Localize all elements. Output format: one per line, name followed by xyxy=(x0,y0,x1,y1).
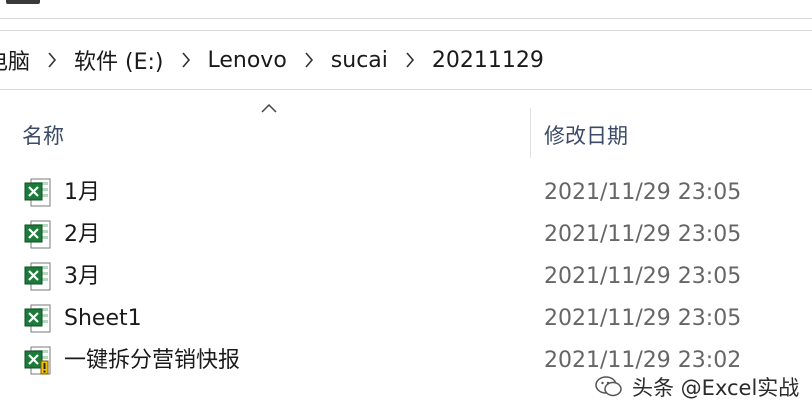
column-divider[interactable] xyxy=(530,108,531,158)
file-row[interactable]: 2月 2021/11/29 23:05 xyxy=(0,214,812,256)
excel-file-icon xyxy=(24,220,51,249)
wechat-icon xyxy=(595,376,622,397)
watermark: 头条 @Excel实战 xyxy=(594,367,799,407)
excel-macro-file-icon xyxy=(24,346,51,375)
file-name[interactable]: 1月 xyxy=(64,172,100,214)
file-date-modified: 2021/11/29 23:05 xyxy=(544,306,742,331)
breadcrumb-item-lenovo[interactable]: Lenovo xyxy=(208,31,287,89)
file-date-modified: 2021/11/29 23:05 xyxy=(544,264,742,289)
breadcrumb-chevron-icon[interactable] xyxy=(388,31,432,89)
file-name[interactable]: 一键拆分营销快报 xyxy=(64,340,240,382)
file-explorer-window: 电脑 软件 (E:) Lenovo sucai 20211129 名称 修改日期 xyxy=(0,0,812,414)
breadcrumb-chevron-icon[interactable] xyxy=(287,31,331,89)
file-row[interactable]: Sheet1 2021/11/29 23:05 xyxy=(0,298,812,340)
excel-file-icon xyxy=(24,178,51,207)
breadcrumb-item-drive-e[interactable]: 软件 (E:) xyxy=(74,31,163,89)
file-name[interactable]: 3月 xyxy=(64,256,100,298)
address-bar[interactable]: 电脑 软件 (E:) Lenovo sucai 20211129 xyxy=(0,30,812,90)
column-header-date-modified[interactable]: 修改日期 xyxy=(544,117,804,153)
file-name[interactable]: Sheet1 xyxy=(64,298,142,340)
toolbar-control-fragment xyxy=(6,0,40,4)
sort-ascending-icon xyxy=(261,103,277,113)
breadcrumb-item-20211129[interactable]: 20211129 xyxy=(432,31,544,89)
file-row[interactable]: 3月 2021/11/29 23:05 xyxy=(0,256,812,298)
toolbar-remnant xyxy=(0,0,812,19)
file-date-modified: 2021/11/29 23:05 xyxy=(544,180,742,205)
breadcrumb-item-computer[interactable]: 电脑 xyxy=(0,31,30,89)
breadcrumb-item-sucai[interactable]: sucai xyxy=(331,31,388,89)
column-header-name[interactable]: 名称 xyxy=(22,117,522,153)
breadcrumb-chevron-icon[interactable] xyxy=(164,31,208,89)
excel-file-icon xyxy=(24,262,51,291)
file-date-modified: 2021/11/29 23:05 xyxy=(544,222,742,247)
file-row[interactable]: 1月 2021/11/29 23:05 xyxy=(0,172,812,214)
watermark-text: 头条 @Excel实战 xyxy=(632,376,800,400)
breadcrumb-chevron-icon[interactable] xyxy=(30,31,74,89)
file-name[interactable]: 2月 xyxy=(64,214,100,256)
excel-file-icon xyxy=(24,304,51,333)
